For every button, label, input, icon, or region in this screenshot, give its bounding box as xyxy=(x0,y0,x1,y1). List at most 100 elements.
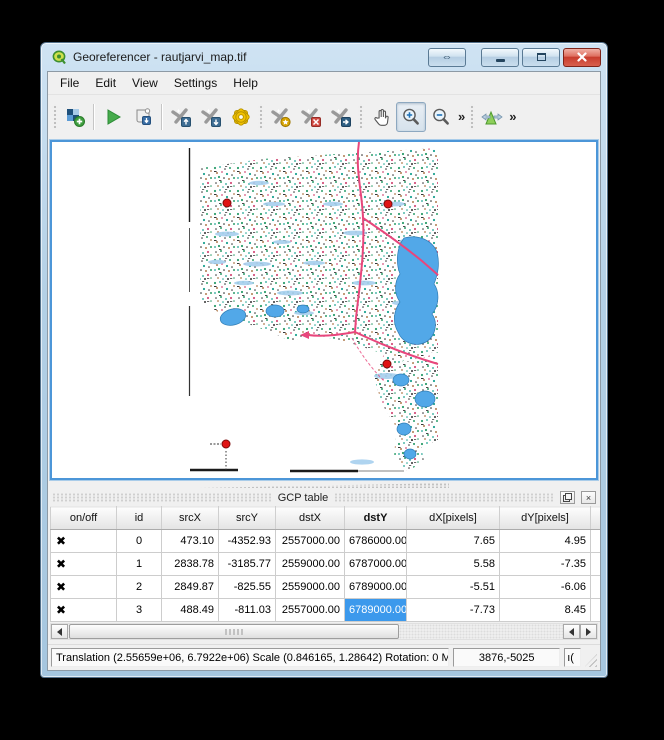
toolbar-drag-handle[interactable] xyxy=(469,104,475,130)
script-icon xyxy=(132,106,154,128)
gcp-point-marker[interactable] xyxy=(383,360,392,369)
scrollbar-thumb[interactable] xyxy=(69,624,399,639)
minimize-icon[interactable] xyxy=(481,48,519,67)
cell-dx[interactable]: 5.58 xyxy=(407,553,500,576)
add-point-button[interactable] xyxy=(266,102,296,132)
onoff-checkbox[interactable]: ✖ xyxy=(51,599,117,622)
cell-dsty[interactable]: 6789000.00 xyxy=(345,576,407,599)
cell-srcx[interactable]: 2849.87 xyxy=(162,576,219,599)
move-point-button[interactable] xyxy=(326,102,356,132)
cell-srcy[interactable]: -4352.93 xyxy=(219,530,276,553)
cell-dsty[interactable]: 6787000.00 xyxy=(345,553,407,576)
open-raster-button[interactable] xyxy=(60,102,90,132)
cell-dx[interactable]: -5.51 xyxy=(407,576,500,599)
cell-srcy[interactable]: -3185.77 xyxy=(219,553,276,576)
col-header-filler xyxy=(591,507,602,530)
gcp-row-3: ✖ 3 488.49 -811.03 2557000.00 6789000.00… xyxy=(51,599,602,622)
scroll-left-arrow-icon[interactable] xyxy=(51,624,68,639)
col-header-id[interactable]: id xyxy=(117,507,162,530)
col-header-srcy[interactable]: srcY xyxy=(219,507,276,530)
onoff-checkbox[interactable]: ✖ xyxy=(51,576,117,599)
delete-point-button[interactable] xyxy=(296,102,326,132)
cell-dy[interactable]: -7.35 xyxy=(500,553,591,576)
zoom-out-icon xyxy=(430,106,452,128)
toolbar-drag-handle[interactable] xyxy=(52,104,58,130)
dock-splitter[interactable] xyxy=(48,481,600,489)
table-horizontal-scrollbar[interactable] xyxy=(50,623,598,640)
scroll-right-arrow-icon[interactable] xyxy=(580,624,597,639)
col-header-dx[interactable]: dX[pixels] xyxy=(407,507,500,530)
cell-dsty[interactable]: 6786000.00 xyxy=(345,530,407,553)
cell-id[interactable]: 1 xyxy=(117,553,162,576)
onoff-checkbox[interactable]: ✖ xyxy=(51,530,117,553)
load-gcp-points-button[interactable] xyxy=(166,102,196,132)
gcp-point-marker[interactable] xyxy=(222,440,231,449)
close-icon[interactable] xyxy=(563,48,601,67)
menu-edit[interactable]: Edit xyxy=(87,73,124,93)
cell-dy[interactable]: -6.06 xyxy=(500,576,591,599)
gcp-dock-title: GCP table xyxy=(278,492,329,504)
cell-srcx[interactable]: 2838.78 xyxy=(162,553,219,576)
pan-hand-icon xyxy=(370,106,392,128)
start-georeferencing-button[interactable] xyxy=(98,102,128,132)
cell-dstx[interactable]: 2557000.00 xyxy=(276,530,345,553)
scrollbar-track[interactable] xyxy=(399,624,563,639)
scroll-left-arrow-icon[interactable] xyxy=(563,624,580,639)
col-header-dstx[interactable]: dstX xyxy=(276,507,345,530)
cell-srcy[interactable]: -811.03 xyxy=(219,599,276,622)
add-point-icon xyxy=(270,106,292,128)
onoff-checkbox[interactable]: ✖ xyxy=(51,553,117,576)
cursor-coordinates: 3876,-5025 xyxy=(453,648,560,667)
toolbar-overflow-icon[interactable]: » xyxy=(507,104,518,130)
cell-srcx[interactable]: 473.10 xyxy=(162,530,219,553)
zoom-out-button[interactable] xyxy=(426,102,456,132)
col-header-srcx[interactable]: srcX xyxy=(162,507,219,530)
zoom-in-icon xyxy=(400,106,422,128)
gcp-table-header-row: on/off id srcX srcY dstX dstY dX[pixels]… xyxy=(51,507,602,530)
cell-dx[interactable]: -7.73 xyxy=(407,599,500,622)
menu-file[interactable]: File xyxy=(52,73,87,93)
screenshot-root: Georeferencer - rautjarvi_map.tif ⇔ File… xyxy=(0,0,664,740)
maximize-icon[interactable] xyxy=(522,48,560,67)
gdal-script-button[interactable] xyxy=(128,102,158,132)
col-header-dsty[interactable]: dstY xyxy=(345,507,407,530)
cell-dstx[interactable]: 2559000.00 xyxy=(276,576,345,599)
resize-icon[interactable]: ⇔ xyxy=(428,48,466,67)
gcp-row-0: ✖ 0 473.10 -4352.93 2557000.00 6786000.0… xyxy=(51,530,602,553)
toolbar-drag-handle[interactable] xyxy=(358,104,364,130)
cell-id[interactable]: 2 xyxy=(117,576,162,599)
col-header-onoff[interactable]: on/off xyxy=(51,507,117,530)
toolbar-overflow-icon[interactable]: » xyxy=(456,104,467,130)
gcp-dock-titlebar[interactable]: GCP table × xyxy=(48,489,600,506)
toolbar-drag-handle[interactable] xyxy=(258,104,264,130)
cell-dstx[interactable]: 2557000.00 xyxy=(276,599,345,622)
dock-close-icon[interactable]: × xyxy=(581,491,596,504)
map-canvas[interactable] xyxy=(50,140,598,480)
col-header-dy[interactable]: dY[pixels] xyxy=(500,507,591,530)
toolbar-separator xyxy=(93,104,95,130)
cell-dy[interactable]: 8.45 xyxy=(500,599,591,622)
resize-grip[interactable] xyxy=(585,654,597,667)
georeferencer-window: Georeferencer - rautjarvi_map.tif ⇔ File… xyxy=(40,42,608,678)
menu-help[interactable]: Help xyxy=(225,73,266,93)
pan-button[interactable] xyxy=(366,102,396,132)
gcp-point-marker[interactable] xyxy=(223,199,232,208)
cell-dstx[interactable]: 2559000.00 xyxy=(276,553,345,576)
cell-id[interactable]: 0 xyxy=(117,530,162,553)
save-gcp-points-button[interactable] xyxy=(196,102,226,132)
menu-settings[interactable]: Settings xyxy=(166,73,225,93)
transformation-settings-button[interactable] xyxy=(226,102,256,132)
cell-srcy[interactable]: -825.55 xyxy=(219,576,276,599)
titlebar[interactable]: Georeferencer - rautjarvi_map.tif ⇔ xyxy=(41,43,607,71)
zoom-in-button[interactable] xyxy=(396,102,426,132)
cell-srcx[interactable]: 488.49 xyxy=(162,599,219,622)
selected-cell[interactable]: 6789000.00 xyxy=(345,599,407,622)
status-extra: ı( xyxy=(564,648,580,667)
menu-view[interactable]: View xyxy=(124,73,166,93)
cell-dx[interactable]: 7.65 xyxy=(407,530,500,553)
zoom-to-raster-button[interactable] xyxy=(477,102,507,132)
cell-dy[interactable]: 4.95 xyxy=(500,530,591,553)
dock-float-icon[interactable] xyxy=(560,491,575,504)
cell-id[interactable]: 3 xyxy=(117,599,162,622)
gcp-point-marker[interactable] xyxy=(384,200,393,209)
